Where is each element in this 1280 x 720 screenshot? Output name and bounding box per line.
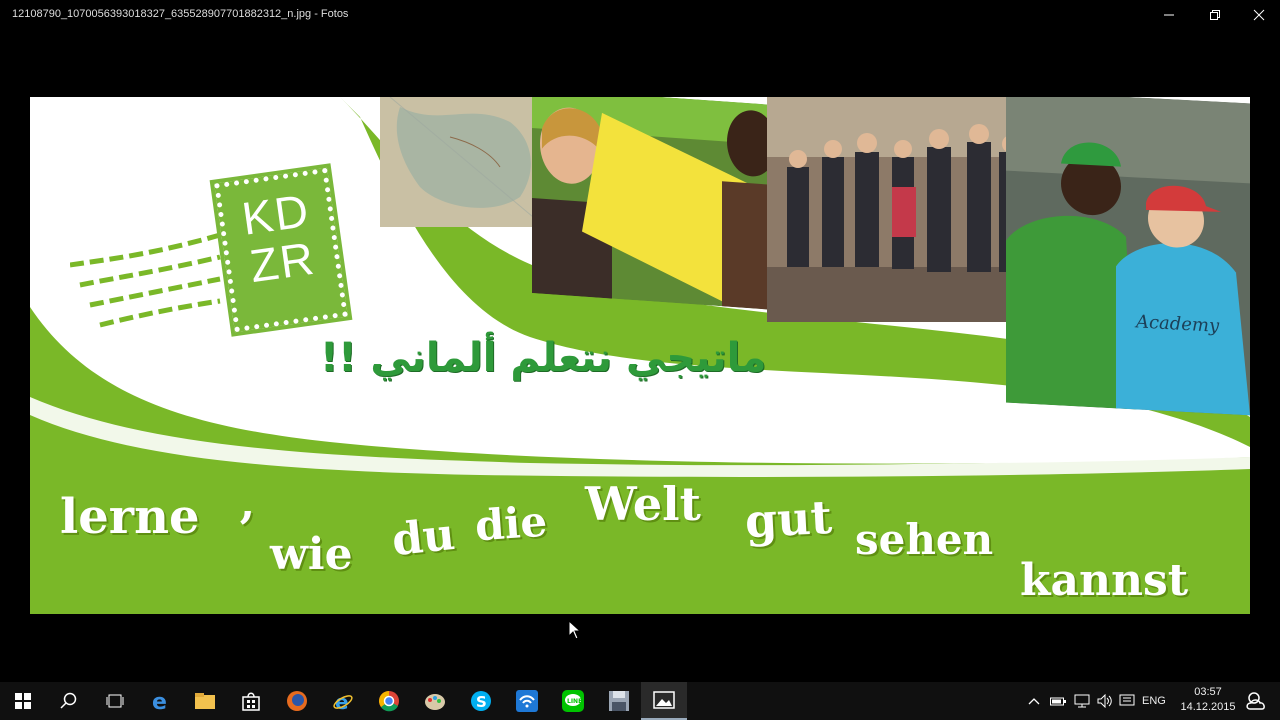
slogan-word-7: gut <box>743 489 834 549</box>
close-icon <box>1253 9 1265 21</box>
internet-explorer-icon: e <box>333 690 353 712</box>
clock-time: 03:57 <box>1194 686 1222 698</box>
task-view-button[interactable] <box>92 682 138 720</box>
clock[interactable]: 03:57 14.12.2015 <box>1176 685 1240 715</box>
restore-icon <box>1210 10 1220 20</box>
save-disk-button[interactable] <box>596 682 642 720</box>
wifi-app-icon <box>516 690 538 712</box>
slogan-word-9: kannst <box>1020 555 1189 606</box>
taskbar: e e S LINE ENG 03:57 14.12.2015 <box>0 682 1280 720</box>
edge-icon: e <box>152 690 167 712</box>
internet-explorer-button[interactable]: e <box>320 682 366 720</box>
maximize-button[interactable] <box>1192 0 1238 30</box>
store-button[interactable] <box>228 682 274 720</box>
academy-shirt-text: Academy <box>1134 311 1220 336</box>
network-icon <box>1074 694 1090 708</box>
paint-button[interactable] <box>412 682 458 720</box>
skype-button[interactable]: S <box>458 682 504 720</box>
minimize-button[interactable] <box>1146 0 1192 30</box>
mouse-cursor-icon <box>568 620 582 640</box>
search-icon <box>60 692 77 709</box>
close-button[interactable] <box>1236 0 1280 30</box>
slogan-word-2: ’ <box>238 502 255 558</box>
slogan-word-1: lerne <box>60 489 200 545</box>
wifi-app-button[interactable] <box>504 682 550 720</box>
battery-icon <box>1050 697 1066 706</box>
volume-tray[interactable] <box>1097 682 1113 720</box>
slogan-word-4: du <box>389 508 458 567</box>
line-icon: LINE <box>562 690 584 712</box>
show-hidden-icons-button[interactable] <box>1028 682 1040 720</box>
slogan-word-5: die <box>473 496 549 551</box>
chrome-icon <box>379 691 399 712</box>
clock-date: 14.12.2015 <box>1180 701 1236 713</box>
photos-icon <box>653 691 675 709</box>
battery-tray[interactable] <box>1050 682 1066 720</box>
chevron-up-icon <box>1028 698 1040 705</box>
slogan-word-6: Welt <box>585 477 701 531</box>
kdzr-logo: KD ZR <box>70 163 353 355</box>
firefox-icon <box>287 691 307 711</box>
search-button[interactable] <box>46 682 92 720</box>
logo-stamp: KD ZR <box>209 163 353 337</box>
group-photo <box>767 97 1029 322</box>
action-center-tray[interactable] <box>1119 682 1135 720</box>
skype-icon: S <box>471 691 491 711</box>
firefox-button[interactable] <box>274 682 320 720</box>
start-button[interactable] <box>0 682 46 720</box>
svg-text:S: S <box>476 693 487 711</box>
svg-text:LINE: LINE <box>567 698 582 705</box>
network-tray[interactable] <box>1074 682 1090 720</box>
line-button[interactable]: LINE <box>550 682 596 720</box>
store-icon <box>242 692 260 711</box>
map-photo <box>380 97 550 227</box>
banner-image: Academy KD ZR ماتيجي نتعلم ألماني !! ler… <box>30 97 1250 614</box>
slogan-word-8: sehen <box>855 515 994 564</box>
file-explorer-button[interactable] <box>182 682 228 720</box>
paint-icon <box>425 694 445 710</box>
task-view-icon <box>106 694 124 708</box>
message-icon <box>1119 694 1135 706</box>
window-title: 12108790_1070056393018327_63552890770188… <box>12 8 349 20</box>
windows-start-icon <box>15 693 31 709</box>
photos-button[interactable] <box>641 682 687 720</box>
students-sign-photo <box>532 97 790 312</box>
file-explorer-icon <box>195 693 215 709</box>
save-disk-icon <box>609 691 629 711</box>
weather-tray[interactable] <box>1244 682 1274 720</box>
chrome-button[interactable] <box>366 682 412 720</box>
language-label: ENG <box>1142 695 1166 707</box>
two-boys-photo: Academy <box>1006 97 1250 416</box>
svg-text:e: e <box>152 690 167 712</box>
edge-button[interactable]: e <box>138 682 184 720</box>
volume-icon <box>1097 694 1112 708</box>
language-indicator[interactable]: ENG <box>1142 682 1166 720</box>
weather-cloud-icon <box>1246 692 1265 710</box>
minimize-icon <box>1164 14 1174 16</box>
postmark-lines <box>70 232 221 328</box>
slogan-word-3: wie <box>270 529 353 580</box>
arabic-slogan: ماتيجي نتعلم ألماني !! <box>320 335 767 381</box>
title-bar: 12108790_1070056393018327_63552890770188… <box>0 0 1280 30</box>
